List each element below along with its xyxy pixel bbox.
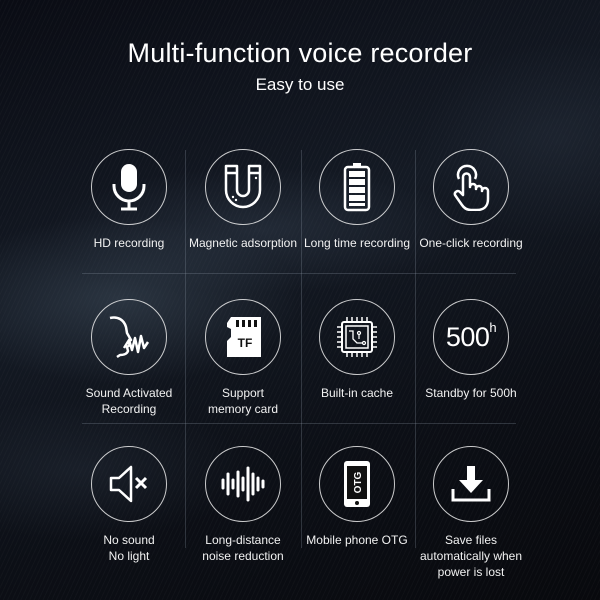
feature-label: HD recording [93, 236, 165, 250]
download-save-icon [433, 446, 509, 522]
feature-label: Support memory card [207, 386, 278, 416]
feature-label: Sound Activated Recording [85, 386, 173, 416]
feature-label: Long-distance noise reduction [202, 533, 284, 563]
phone-otg-icon: OTG [319, 446, 395, 522]
otg-text: OTG [353, 471, 364, 493]
mute-speaker-icon [91, 446, 167, 522]
grid-divider-horizontal [82, 423, 516, 424]
voice-activation-icon [91, 299, 167, 375]
feature-label: Magnetic adsorption [188, 236, 298, 250]
feature-label: Standby for 500h [425, 386, 517, 400]
tf-card-icon: TF [205, 299, 281, 375]
feature-label: Long time recording [303, 236, 411, 250]
tap-finger-icon [433, 149, 509, 225]
grid-divider-vertical [415, 150, 416, 548]
microphone-icon [91, 149, 167, 225]
battery-icon [319, 149, 395, 225]
standby-hours-icon: 500h [433, 299, 509, 375]
page-subtitle: Easy to use [255, 75, 345, 94]
feature-label: Mobile phone OTG [306, 533, 408, 547]
standby-unit: h [489, 319, 497, 335]
page-title: Multi-function voice recorder [127, 38, 473, 68]
standby-number: 500 [445, 321, 490, 352]
feature-label: No sound No light [103, 533, 155, 563]
grid-divider-horizontal [82, 273, 516, 274]
magnet-icon [205, 149, 281, 225]
chip-icon [319, 299, 395, 375]
feature-label: One-click recording [419, 236, 523, 250]
grid-divider-vertical [185, 150, 186, 548]
feature-label: Save files automatically when power is l… [419, 533, 523, 579]
grid-divider-vertical [301, 150, 302, 548]
feature-label: Built-in cache [320, 386, 394, 400]
sound-wave-icon [205, 446, 281, 522]
tf-text: TF [238, 336, 253, 350]
